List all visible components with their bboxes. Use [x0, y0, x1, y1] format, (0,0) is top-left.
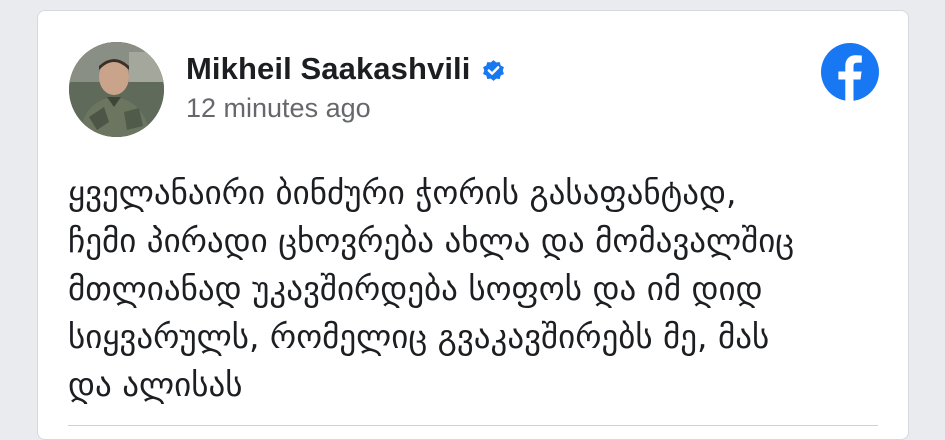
author-name[interactable]: Mikheil Saakashvili	[186, 51, 471, 87]
post-text-line: მთლიანად უკავშირდება სოფოს და იმ დიდ	[68, 269, 763, 308]
facebook-logo-icon[interactable]	[821, 43, 879, 101]
profile-photo	[69, 42, 164, 137]
post-text: ყველანაირი ბინძური ჭორის გასაფანტად, ჩემ…	[68, 169, 888, 409]
author-row: Mikheil Saakashvili	[186, 51, 506, 87]
post-text-line: ყველანაირი ბინძური ჭორის გასაფანტად,	[68, 173, 737, 212]
avatar[interactable]	[69, 42, 164, 137]
post-text-line: ჩემი პირადი ცხოვრება ახლა და მომავალშიც	[68, 221, 795, 260]
post-timestamp[interactable]: 12 minutes ago	[186, 93, 371, 124]
divider	[68, 425, 878, 426]
verified-badge-icon	[482, 59, 504, 81]
post-text-line: და ალისას	[68, 365, 243, 404]
post-text-line: სიყვარულს, რომელიც გვაკავშირებს მე, მას	[68, 317, 770, 356]
post-card: Mikheil Saakashvili 12 minutes ago ყველა…	[37, 10, 909, 440]
